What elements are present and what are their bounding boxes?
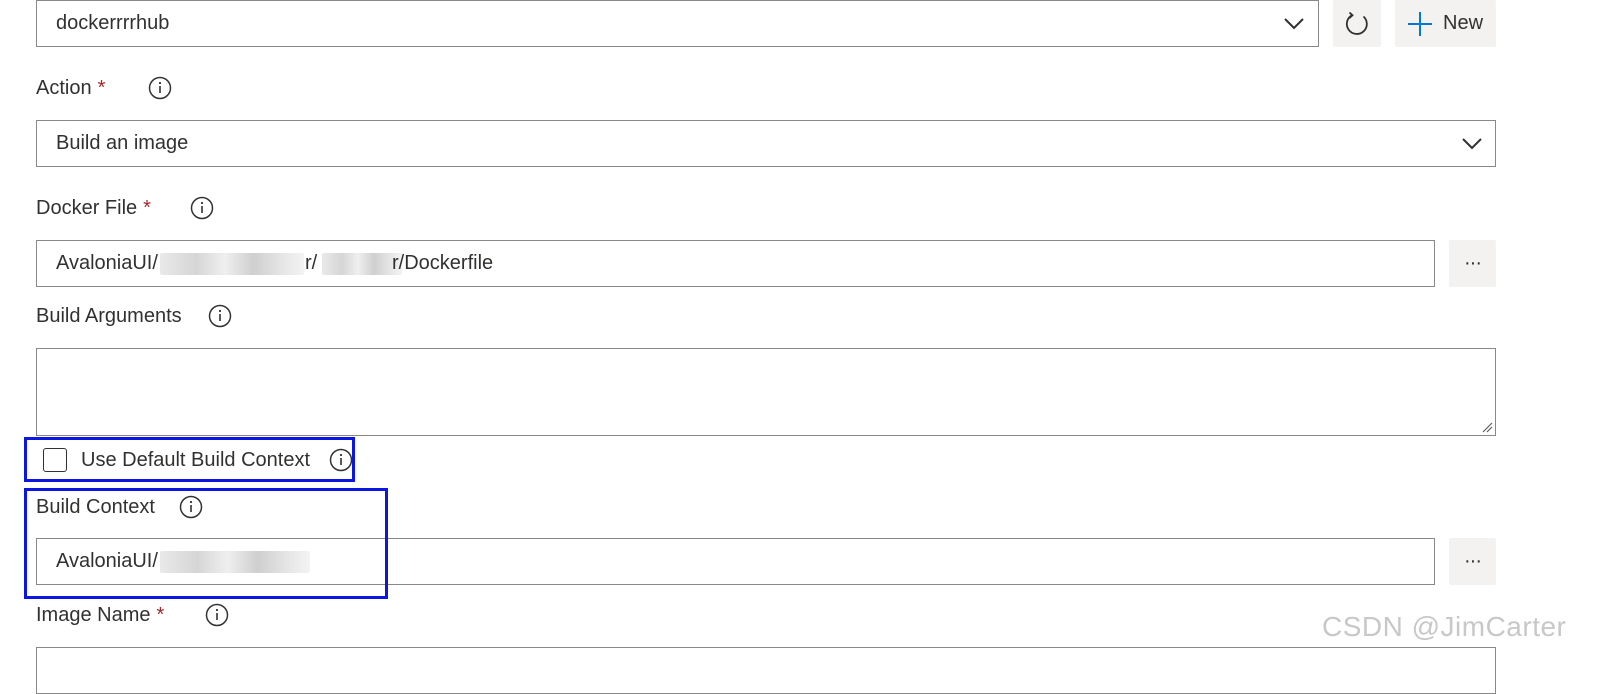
chevron-down-icon: [1284, 17, 1304, 29]
info-icon[interactable]: [329, 448, 353, 472]
use-default-build-context-label[interactable]: Use Default Build Context: [81, 448, 310, 472]
docker-file-browse-button[interactable]: ···: [1449, 240, 1496, 287]
refresh-button[interactable]: [1333, 0, 1381, 47]
docker-file-label: Docker File *: [36, 196, 151, 220]
action-label-text: Action: [36, 77, 92, 99]
build-arguments-label: Build Arguments: [36, 304, 182, 328]
info-icon[interactable]: [148, 76, 172, 100]
more-icon: ···: [1464, 252, 1482, 274]
use-default-build-context-checkbox[interactable]: [43, 448, 67, 472]
docker-file-value-mid1: r/: [305, 252, 318, 274]
service-connection-select[interactable]: dockerrrrhub: [36, 0, 1319, 47]
new-connection-button[interactable]: New: [1395, 0, 1496, 47]
action-label: Action *: [36, 76, 105, 100]
info-icon[interactable]: [208, 304, 232, 328]
action-select[interactable]: Build an image: [36, 120, 1496, 167]
info-icon[interactable]: [190, 196, 214, 220]
chevron-down-icon: [1462, 137, 1482, 149]
build-arguments-textarea[interactable]: [36, 348, 1496, 436]
docker-file-label-text: Docker File: [36, 197, 138, 219]
image-name-label-text: Image Name: [36, 604, 151, 626]
watermark: CSDN @JimCarter: [1322, 611, 1567, 642]
required-asterisk: *: [143, 197, 151, 219]
redacted-path-segment: [322, 252, 402, 275]
refresh-icon: [1345, 11, 1368, 35]
required-asterisk: *: [97, 77, 106, 99]
info-icon[interactable]: [205, 603, 229, 627]
required-asterisk: *: [156, 604, 165, 626]
redacted-path-segment: [160, 252, 304, 275]
more-icon: ···: [1464, 550, 1482, 572]
docker-file-value-prefix: AvaloniaUI/: [56, 252, 158, 274]
action-value: Build an image: [56, 132, 189, 154]
build-context-highlight: [24, 488, 388, 599]
image-name-label: Image Name *: [36, 603, 164, 627]
build-arguments-label-text: Build Arguments: [36, 305, 182, 327]
image-name-input[interactable]: [36, 647, 1496, 694]
docker-file-input[interactable]: AvaloniaUI/ r/ r/Dockerfile: [36, 240, 1435, 287]
resize-handle-icon[interactable]: [1481, 421, 1493, 433]
build-context-browse-button[interactable]: ···: [1449, 538, 1496, 585]
plus-icon: [1408, 11, 1432, 36]
service-connection-value: dockerrrrhub: [56, 12, 170, 34]
new-button-label: New: [1443, 12, 1484, 34]
docker-file-value-suffix: r/Dockerfile: [392, 252, 494, 274]
use-default-build-context-label-text: Use Default Build Context: [81, 449, 311, 471]
docker-file-value: AvaloniaUI/: [56, 241, 158, 286]
